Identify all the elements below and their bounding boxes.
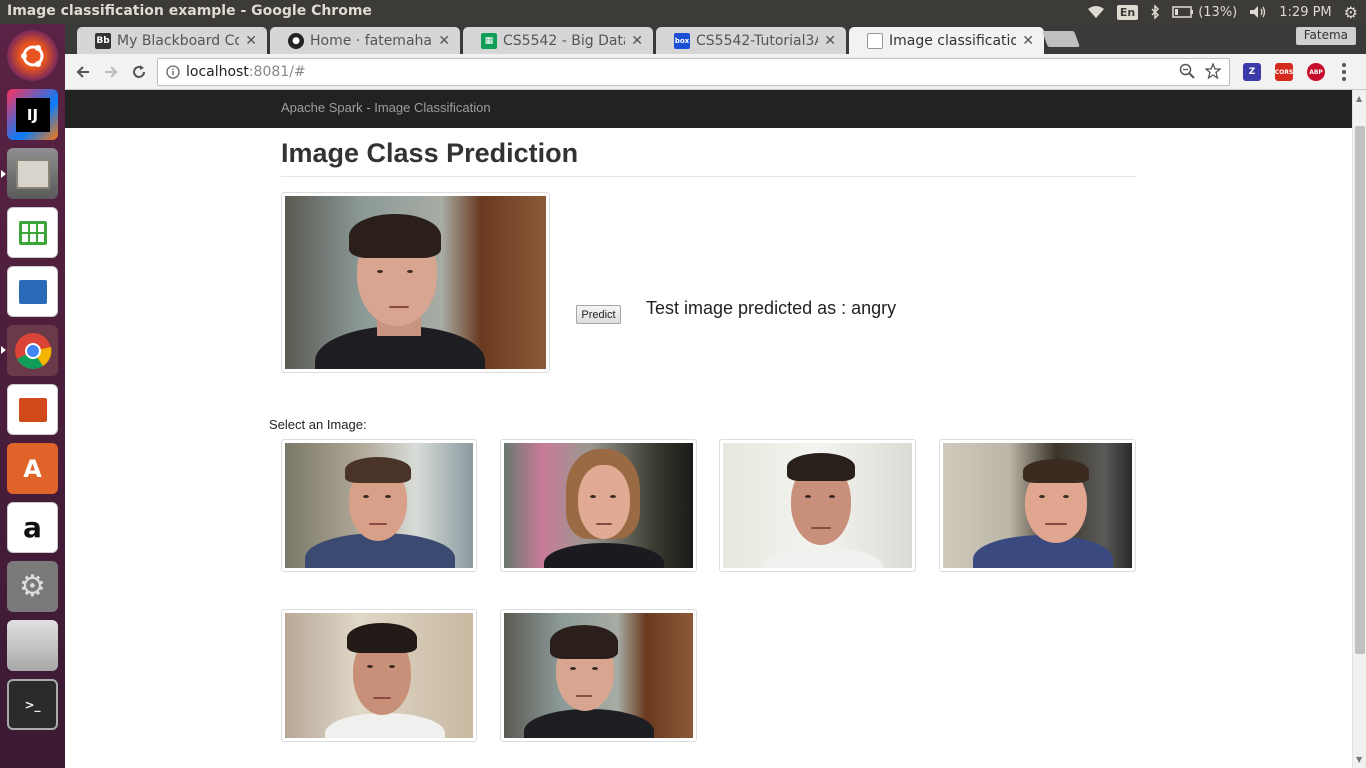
scrollbar-thumb[interactable]: [1355, 126, 1365, 654]
chrome-window: Bb My Blackboard Con ✕ ● Home · fatemaha…: [65, 24, 1366, 768]
battery-icon: [1172, 6, 1194, 18]
tab-label: CS5542-Tutorial3A-I: [696, 32, 818, 49]
info-icon[interactable]: [166, 65, 180, 79]
ubuntu-dash-icon[interactable]: [7, 30, 58, 81]
running-indicator: [1, 346, 6, 354]
predict-button[interactable]: Predict: [576, 305, 621, 324]
github-icon: ●: [288, 32, 304, 49]
system-top-panel: Image classification example - Google Ch…: [0, 0, 1366, 24]
profile-button[interactable]: Fatema: [1295, 27, 1356, 45]
forward-button[interactable]: [99, 60, 123, 84]
select-image-label: Select an Image:: [269, 417, 367, 432]
battery-indicator[interactable]: (13%): [1172, 5, 1237, 20]
page-scrollbar[interactable]: ▲ ▼: [1352, 90, 1366, 768]
running-indicator: [1, 170, 6, 178]
arrow-right-icon: [105, 66, 118, 78]
gallery-image-4[interactable]: [939, 439, 1136, 572]
unity-launcher: IJ A a ⚙ >_: [0, 24, 65, 768]
back-button[interactable]: [71, 60, 95, 84]
amazon-icon[interactable]: a: [7, 502, 58, 553]
software-center-icon[interactable]: A: [7, 443, 58, 494]
scroll-up-icon[interactable]: ▲: [1356, 94, 1362, 103]
tab-label: Image classificatior: [889, 32, 1017, 49]
chrome-icon[interactable]: [7, 325, 58, 376]
gallery-image-3[interactable]: [719, 439, 916, 572]
volume-icon[interactable]: [1249, 5, 1267, 19]
gallery-image-6[interactable]: [500, 609, 697, 742]
omnibox-actions: [1179, 63, 1221, 79]
clock[interactable]: 1:29 PM: [1279, 5, 1331, 20]
libreoffice-impress-icon[interactable]: [7, 384, 58, 435]
url-host: localhost: [186, 64, 249, 80]
tab-box[interactable]: box CS5542-Tutorial3A-I ✕: [656, 27, 846, 54]
close-icon[interactable]: ✕: [824, 33, 836, 49]
browser-toolbar: localhost:8081/# Z CORS ABP: [65, 54, 1366, 90]
page-title: Image Class Prediction: [281, 138, 579, 168]
disk-icon[interactable]: [7, 620, 58, 671]
sheets-icon: ▦: [481, 32, 497, 49]
tab-github[interactable]: ● Home · fatemahast ✕: [270, 27, 460, 54]
close-icon[interactable]: ✕: [631, 33, 643, 49]
arrow-left-icon: [76, 66, 89, 78]
prediction-result: Test image predicted as : angry: [646, 298, 897, 318]
battery-percent: (13%): [1198, 4, 1238, 20]
reload-icon: [133, 65, 145, 78]
session-gear-icon[interactable]: ⚙: [1344, 3, 1358, 22]
reload-button[interactable]: [127, 60, 151, 84]
indicator-area: En (13%) 1:29 PM ⚙: [1087, 0, 1366, 24]
title-divider: [281, 176, 1136, 177]
page-icon: [867, 32, 883, 49]
tab-sheets[interactable]: ▦ CS5542 - Big Data A ✕: [463, 27, 653, 54]
blackboard-icon: Bb: [95, 32, 111, 49]
libreoffice-writer-icon[interactable]: [7, 266, 58, 317]
test-image: [281, 192, 550, 373]
gallery-image-5[interactable]: [281, 609, 477, 742]
zoom-icon[interactable]: [1179, 63, 1195, 79]
page-viewport: Apache Spark - Image Classification Imag…: [65, 90, 1352, 768]
tab-strip: Bb My Blackboard Con ✕ ● Home · fatemaha…: [65, 24, 1366, 54]
tab-label: Home · fatemahast: [310, 32, 433, 49]
site-navbar: Apache Spark - Image Classification: [65, 90, 1352, 128]
window-title: Image classification example - Google Ch…: [7, 3, 372, 19]
keyboard-language-indicator[interactable]: En: [1116, 4, 1139, 20]
gallery-image-1[interactable]: [281, 439, 477, 572]
tab-label: CS5542 - Big Data A: [503, 32, 625, 49]
url-path: :8081/#: [248, 64, 306, 80]
adblock-plus-icon[interactable]: ABP: [1307, 63, 1325, 81]
close-icon[interactable]: ✕: [1022, 33, 1034, 49]
terminal-icon[interactable]: >_: [7, 679, 58, 730]
chrome-menu-icon[interactable]: [1341, 62, 1347, 82]
tab-label: My Blackboard Con: [117, 32, 240, 49]
cors-extension-icon[interactable]: CORS: [1275, 63, 1293, 81]
bookmark-star-icon[interactable]: [1205, 63, 1221, 79]
libreoffice-calc-icon[interactable]: [7, 207, 58, 258]
close-icon[interactable]: ✕: [245, 33, 257, 49]
bluetooth-icon[interactable]: [1150, 5, 1160, 19]
gallery-image-2[interactable]: [500, 439, 697, 572]
wifi-icon[interactable]: [1087, 5, 1105, 19]
zotero-extension-icon[interactable]: Z: [1243, 63, 1261, 81]
files-icon[interactable]: [7, 148, 58, 199]
new-tab-button[interactable]: [1042, 31, 1080, 47]
scroll-down-icon[interactable]: ▼: [1356, 755, 1362, 764]
intellij-icon[interactable]: IJ: [7, 89, 58, 140]
navbar-brand[interactable]: Apache Spark - Image Classification: [281, 100, 491, 115]
tab-image-classification[interactable]: Image classificatior ✕: [849, 27, 1044, 54]
close-icon[interactable]: ✕: [438, 33, 450, 49]
box-icon: box: [674, 32, 690, 49]
address-bar[interactable]: localhost:8081/#: [157, 58, 1230, 86]
tab-blackboard[interactable]: Bb My Blackboard Con ✕: [77, 27, 267, 54]
system-settings-icon[interactable]: ⚙: [7, 561, 58, 612]
